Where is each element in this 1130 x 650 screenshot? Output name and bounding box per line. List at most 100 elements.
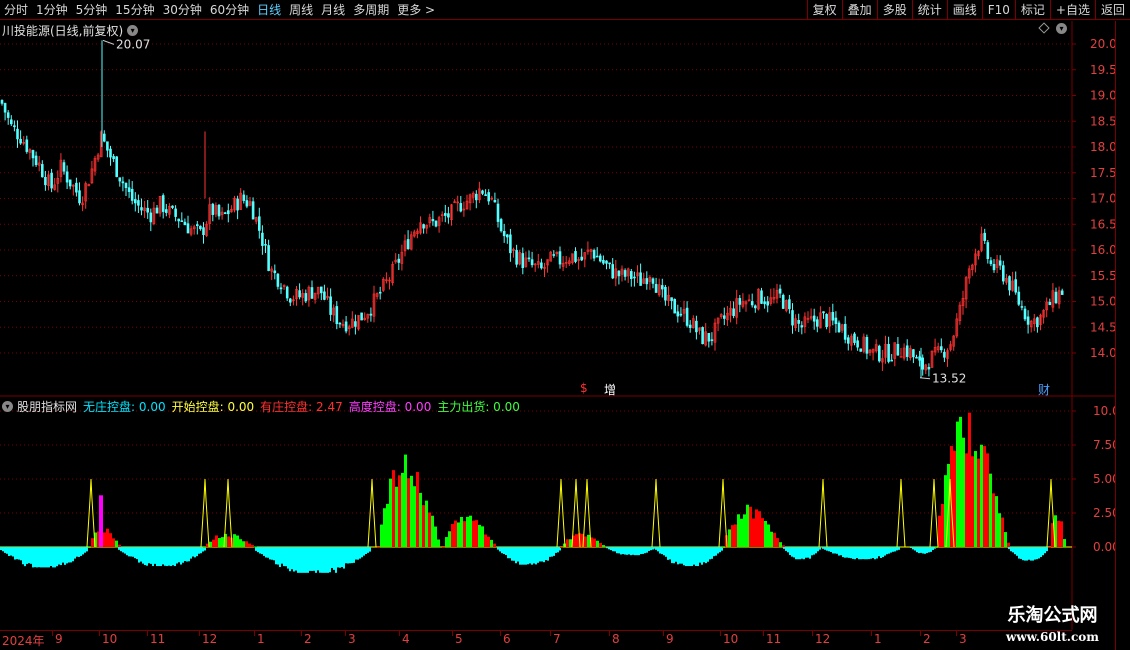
histogram-bar-positive [457, 522, 460, 547]
candle-body [245, 200, 249, 207]
histogram-bar-negative [325, 547, 327, 573]
histogram-bar-negative [351, 547, 353, 564]
candle-body [608, 262, 611, 265]
histogram-bar-positive [995, 496, 998, 547]
candle-body [310, 287, 314, 299]
candle-body [223, 212, 227, 214]
histogram-bar-negative [343, 547, 345, 569]
date-label: 4 [402, 632, 410, 646]
histogram-bar-negative [164, 547, 166, 566]
histogram-bar-negative [1044, 547, 1046, 554]
histogram-bar-positive [428, 512, 431, 547]
candle-body [40, 164, 44, 178]
candle-body [791, 310, 794, 326]
candle-body [481, 190, 484, 194]
histogram-bar-positive [728, 529, 731, 547]
histogram-bar-negative [52, 547, 54, 568]
watermark-url: www.60lt.com [1006, 630, 1099, 644]
candle-body [130, 188, 134, 201]
histogram-bar-positive [475, 520, 478, 547]
candle-body [509, 234, 512, 254]
histogram-bar-negative [928, 547, 930, 553]
candle-body [540, 262, 543, 269]
date-tick [720, 631, 721, 636]
histogram-bar-negative [650, 547, 652, 551]
histogram-bar-negative [1026, 547, 1028, 561]
histogram-bar-negative [162, 547, 164, 565]
candle-body [722, 315, 726, 319]
histogram-bar-negative [695, 547, 697, 566]
histogram-bar-negative [854, 547, 856, 560]
candle-body [338, 322, 342, 325]
histogram-bar-negative [671, 547, 673, 564]
histogram-bar-negative [122, 547, 124, 553]
candle-body [115, 156, 118, 177]
histogram-bar-negative [14, 547, 16, 560]
histogram-bar-negative [279, 547, 281, 568]
candle-body [651, 278, 655, 284]
histogram-bar-negative [642, 547, 644, 554]
candle-body [605, 260, 608, 264]
histogram-bar-positive [1048, 547, 1051, 548]
candle-body [62, 162, 66, 172]
chevron-down-icon[interactable]: ▾ [2, 400, 13, 412]
histogram-bar-positive [956, 421, 959, 547]
histogram-bar-positive [965, 453, 968, 547]
candle-body [1017, 291, 1021, 305]
candle-body [422, 224, 425, 229]
histogram-bar-negative [521, 547, 523, 565]
histogram-bar-negative [622, 547, 624, 555]
histogram-bar-positive [779, 542, 782, 547]
indicator-value: 有庄控盘: 2.47 [260, 399, 343, 414]
candle-body [180, 220, 184, 222]
candle-body [65, 171, 69, 183]
chevron-down-icon[interactable]: ▾ [127, 24, 139, 36]
dividend-marker[interactable]: $ [580, 381, 588, 395]
histogram-bar-negative [24, 547, 26, 567]
histogram-bar-positive [1063, 539, 1066, 547]
histogram-bar-negative [40, 547, 42, 568]
histogram-bar-negative [632, 547, 634, 555]
candle-body [103, 133, 106, 142]
histogram-bar-negative [648, 547, 650, 551]
candle-body [701, 327, 704, 345]
candle-body [815, 319, 819, 327]
histogram-bar-negative [1024, 547, 1026, 561]
zeng-marker[interactable]: 增 [604, 381, 616, 398]
histogram-bar-positive [445, 537, 448, 547]
candle-body [487, 192, 491, 202]
histogram-bar-negative [515, 547, 517, 564]
finance-marker[interactable]: 财 [1038, 381, 1050, 398]
histogram-bar-positive [971, 456, 974, 547]
histogram-bar-negative [822, 547, 824, 549]
histogram-bar-negative [86, 547, 88, 552]
histogram-bar-negative [160, 547, 162, 567]
histogram-bar-negative [636, 547, 638, 556]
histogram-bar-positive [460, 516, 463, 547]
histogram-bar-positive [983, 446, 986, 547]
candle-body [527, 257, 531, 260]
histogram-bar-negative [644, 547, 646, 554]
candle-body [13, 125, 16, 128]
histogram-bar-negative [192, 547, 194, 557]
histogram-bar-negative [1032, 547, 1034, 561]
histogram-bar-negative [273, 547, 275, 561]
candle-body [406, 239, 410, 250]
candle-body [279, 287, 283, 290]
histogram-bar-negative [715, 547, 717, 556]
histogram-bar-negative [679, 547, 681, 564]
histogram-bar-positive [776, 538, 779, 547]
candle-body [896, 343, 900, 356]
histogram-bar-negative [872, 547, 874, 559]
histogram-bar-negative [180, 547, 182, 565]
kline-chart[interactable]: 20.0019.5019.0018.5018.0017.5017.0016.50… [0, 0, 1130, 650]
histogram-bar-negative [267, 547, 269, 558]
histogram-bar-negative [815, 547, 817, 554]
date-label: 2024年 [2, 634, 45, 648]
histogram-bar-negative [331, 547, 333, 568]
candle-body [211, 203, 215, 215]
candle-body [710, 339, 714, 341]
settings-icon[interactable]: ▾ [1056, 23, 1067, 34]
candle-body [354, 321, 357, 327]
candle-body [750, 301, 754, 306]
